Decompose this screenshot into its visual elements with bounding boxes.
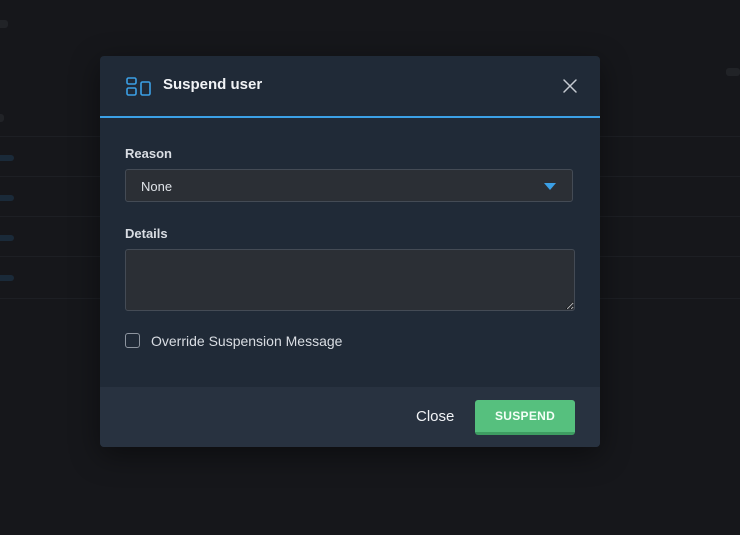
caret-down-icon: [544, 183, 556, 190]
background-element: [0, 114, 4, 122]
reason-select[interactable]: None: [125, 169, 573, 202]
suspend-button[interactable]: SUSPEND: [475, 400, 575, 435]
background-link: [0, 195, 14, 201]
background-element: [726, 68, 740, 76]
dialog-title: Suspend user: [163, 76, 263, 93]
dialog-header: Suspend user: [100, 56, 600, 118]
details-label: Details: [125, 226, 168, 241]
background-link: [0, 155, 14, 161]
suspend-user-dialog: Suspend user Reason None Details Overrid…: [100, 56, 600, 447]
details-textarea[interactable]: [125, 249, 575, 311]
background-link: [0, 275, 14, 281]
override-suspension-message-label[interactable]: Override Suspension Message: [151, 333, 342, 349]
background-element: [0, 20, 8, 28]
close-button[interactable]: Close: [416, 408, 454, 425]
reason-selected-value: None: [141, 179, 173, 194]
dialog-body: Reason None Details Override Suspension …: [100, 118, 600, 386]
reason-label: Reason: [125, 146, 172, 161]
override-suspension-message-checkbox[interactable]: [125, 333, 140, 348]
background-link: [0, 235, 14, 241]
close-icon[interactable]: [562, 78, 578, 94]
layout-panels-icon: [126, 77, 152, 96]
